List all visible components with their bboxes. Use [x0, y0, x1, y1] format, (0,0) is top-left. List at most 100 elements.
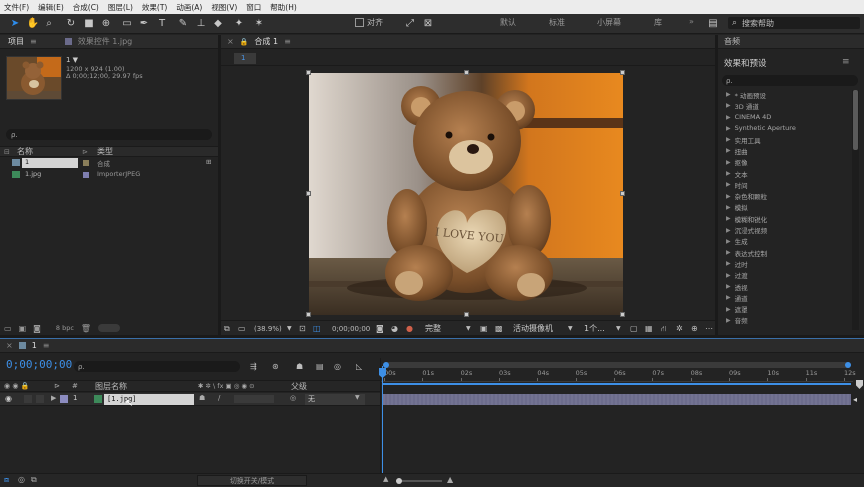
expand-triangle-icon[interactable]: ▶: [726, 91, 731, 98]
video-visibility-icon[interactable]: ◉: [5, 394, 12, 403]
effects-scrollbar-thumb[interactable]: [853, 90, 858, 150]
type-tool-icon[interactable]: T: [155, 16, 169, 30]
hand-tool-icon[interactable]: ✋: [26, 16, 40, 30]
expand-triangle-icon[interactable]: ▶: [726, 272, 731, 279]
timeline-timecode[interactable]: 0;00;00;00: [6, 358, 72, 371]
frame-blending-icon[interactable]: ▤: [316, 361, 324, 372]
camera-tool-icon[interactable]: ■: [82, 16, 96, 30]
pixel-aspect-icon[interactable]: ▢: [630, 323, 638, 334]
pan-behind-tool-icon[interactable]: ⊕: [99, 16, 113, 30]
effects-category[interactable]: ▶ 文本: [718, 169, 851, 178]
thumbnail-slider[interactable]: [98, 324, 121, 332]
workspace-panel-icon[interactable]: ▤: [706, 16, 720, 30]
menu-item[interactable]: 视图(V): [211, 2, 237, 13]
layer-switches-pane-icon[interactable]: ⧈: [4, 475, 9, 485]
selection-tool-icon[interactable]: ➤: [8, 16, 22, 30]
audio-toggle[interactable]: [24, 395, 32, 403]
show-snapshot-icon[interactable]: ◕: [391, 323, 398, 334]
time-ruler[interactable]: 00s 01s 02s 03s 04s 05s 06s 07s 08s 09s 10s 11s 12s: [381, 368, 856, 382]
effects-category[interactable]: ▶ 表达式控制: [718, 248, 851, 257]
layer-label-color[interactable]: [60, 395, 68, 403]
expand-triangle-icon[interactable]: ▶: [726, 159, 731, 166]
exposure-icon[interactable]: ⊕: [691, 323, 698, 334]
timeline-search-input[interactable]: ρ.: [74, 361, 240, 372]
resolution-dropdown-icon[interactable]: ▼: [466, 323, 471, 334]
timeline-zoom-slider[interactable]: [396, 478, 442, 484]
quality-switch-icon[interactable]: /: [218, 394, 220, 402]
effects-category[interactable]: ▶ 时间: [718, 180, 851, 189]
effects-category[interactable]: ▶ 扭曲: [718, 146, 851, 155]
camera-dropdown-icon[interactable]: ▼: [568, 323, 573, 334]
reset-exposure-icon[interactable]: ✲: [676, 323, 683, 334]
column-parent[interactable]: 父级: [291, 381, 307, 392]
rotate-tool-icon[interactable]: ↻: [64, 16, 78, 30]
effects-category[interactable]: ▶ 遮罩: [718, 305, 851, 314]
transform-handle[interactable]: [464, 70, 469, 75]
search-help-field[interactable]: ⌕ 搜索帮助: [728, 17, 860, 29]
layer-switches[interactable]: [234, 395, 274, 403]
comp-navigator-chip[interactable]: 1: [234, 53, 256, 64]
region-of-interest-icon[interactable]: ◫: [313, 323, 321, 334]
column-name[interactable]: 名称: [17, 146, 33, 157]
menu-item[interactable]: 文件(F): [4, 2, 29, 13]
timeline-menu-icon[interactable]: ≡: [43, 341, 50, 350]
transform-handle[interactable]: [620, 312, 625, 317]
effects-category[interactable]: ▶ 生成: [718, 237, 851, 246]
clone-stamp-tool-icon[interactable]: ⊥: [194, 16, 208, 30]
expand-triangle-icon[interactable]: ▶: [726, 260, 731, 267]
new-folder-icon[interactable]: ▣: [19, 324, 27, 333]
views-select[interactable]: 1个...: [584, 323, 605, 334]
menu-item[interactable]: 合成(C): [73, 2, 99, 13]
expand-triangle-icon[interactable]: ▶: [726, 181, 731, 188]
menu-item[interactable]: 帮助(H): [270, 2, 297, 13]
modes-pane-icon[interactable]: ◎: [18, 475, 25, 484]
viewer-timecode[interactable]: 0;00;00;00: [332, 323, 370, 334]
effects-category[interactable]: ▶ * 动画预设: [718, 90, 851, 99]
expand-triangle-icon[interactable]: ▶: [726, 114, 731, 121]
transform-handle[interactable]: [306, 70, 311, 75]
camera-select[interactable]: 活动摄像机: [513, 323, 553, 334]
roto-brush-tool-icon[interactable]: ✦: [232, 16, 246, 30]
expand-triangle-icon[interactable]: ▶: [726, 136, 731, 143]
tab-effects-controls[interactable]: 效果控件 1.jpg: [78, 36, 133, 47]
composition-mini-flowchart-icon[interactable]: ⇶: [250, 361, 257, 372]
expand-triangle-icon[interactable]: ▶: [726, 294, 731, 301]
snap-checkbox[interactable]: [355, 18, 364, 27]
expand-triangle-icon[interactable]: ▶: [726, 306, 731, 313]
expand-triangle-icon[interactable]: ▶: [726, 147, 731, 154]
solo-toggle[interactable]: [36, 395, 44, 403]
expand-triangle-icon[interactable]: ▶: [726, 215, 731, 222]
bit-depth-label[interactable]: 8 bpc: [56, 324, 74, 332]
menu-item[interactable]: 编辑(E): [38, 2, 64, 13]
transform-handle[interactable]: [620, 70, 625, 75]
transform-handle[interactable]: [620, 191, 625, 196]
effects-category[interactable]: ▶ 模糊和锐化: [718, 214, 851, 223]
effects-category[interactable]: ▶ 模拟: [718, 203, 851, 212]
expand-triangle-icon[interactable]: ▶: [726, 204, 731, 211]
eraser-tool-icon[interactable]: ◆: [211, 16, 225, 30]
transparency-grid-icon[interactable]: ▩: [495, 323, 503, 334]
views-dropdown-icon[interactable]: ▼: [616, 323, 621, 334]
expand-triangle-icon[interactable]: ▶: [726, 170, 731, 177]
effects-category[interactable]: ▶ 抠像: [718, 158, 851, 167]
always-preview-icon[interactable]: ⧉: [224, 323, 230, 334]
tab-timeline[interactable]: 1: [32, 341, 37, 350]
project-row-comp[interactable]: 1 合成 ⊞: [0, 158, 218, 168]
interpret-footage-icon[interactable]: ▭: [4, 324, 12, 333]
shy-switch-icon[interactable]: ☗: [199, 394, 205, 402]
playhead-line[interactable]: [382, 366, 383, 474]
rectangle-tool-icon[interactable]: ▭: [120, 16, 134, 30]
more-icon[interactable]: ⋯: [705, 323, 713, 334]
column-type[interactable]: 类型: [97, 146, 113, 157]
zoom-in-icon[interactable]: ▲: [447, 475, 453, 484]
pen-tool-icon[interactable]: ✒: [137, 16, 151, 30]
effects-category[interactable]: ▶ 音频: [718, 316, 851, 325]
tab-project[interactable]: 项目: [8, 36, 24, 47]
project-row-footage-name[interactable]: 1.jpg: [25, 170, 41, 178]
puppet-tool-icon[interactable]: ✶: [252, 16, 266, 30]
menu-item[interactable]: 图层(L): [108, 2, 133, 13]
menu-item[interactable]: 动画(A): [176, 2, 202, 13]
timeline-toggle-icon[interactable]: ▦: [645, 323, 653, 334]
snap-option-icon[interactable]: ⤢: [403, 16, 417, 30]
expand-layer-icon[interactable]: ▶: [51, 394, 56, 402]
